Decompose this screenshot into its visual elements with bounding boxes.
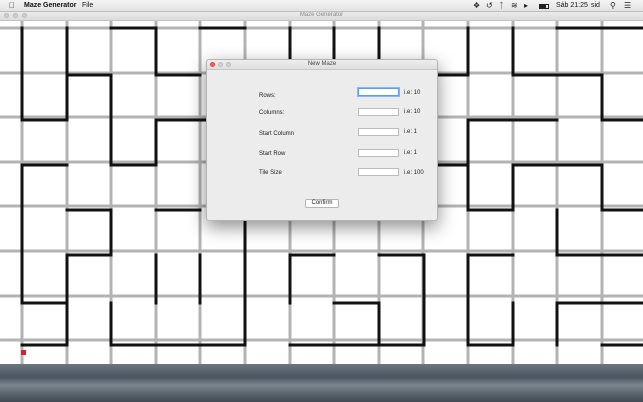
start-row-hint: i.e: 1 [404, 150, 418, 156]
window-titlebar: Maze Generator [0, 11, 643, 21]
menu-user[interactable]: sid [591, 0, 600, 11]
rows-hint: i.e: 10 [404, 90, 421, 96]
columns-hint: i.e: 10 [404, 109, 421, 115]
start-row-input[interactable] [358, 149, 399, 157]
dialog-minimize-button [218, 62, 223, 67]
start-row-label: Start Row [259, 151, 286, 157]
start-marker [21, 350, 26, 355]
dialog-close-button[interactable] [210, 62, 215, 67]
start-column-hint: i.e: 1 [404, 129, 418, 135]
dialog-title: New Maze [307, 61, 337, 67]
desktop-wallpaper [0, 364, 643, 402]
battery-icon[interactable] [539, 1, 549, 10]
tile-size-hint: i.e: 100 [404, 170, 424, 176]
dialog-titlebar: New Maze [207, 60, 437, 70]
app-menu[interactable]: Maze Generator [24, 0, 77, 11]
confirm-button[interactable]: Confirm [305, 199, 339, 208]
tile-size-label: Tile Size [259, 170, 282, 176]
notification-center-icon[interactable]: ☰ [624, 1, 631, 10]
rows-input[interactable] [358, 88, 399, 96]
rows-label: Rows: [259, 93, 276, 99]
window-zoom-button[interactable] [22, 13, 27, 18]
tile-size-input[interactable] [358, 168, 399, 176]
file-menu[interactable]: File [82, 0, 93, 11]
start-column-input[interactable] [358, 128, 399, 136]
columns-input[interactable] [358, 108, 399, 116]
window-title: Maze Generator [299, 12, 344, 18]
bluetooth-icon[interactable]: ᛏ [499, 1, 504, 10]
apple-icon[interactable]:  [9, 1, 15, 10]
columns-label: Columns: [259, 110, 285, 116]
window-minimize-button[interactable] [13, 13, 18, 18]
menu-clock[interactable]: Sáb 21:25 [556, 0, 588, 11]
volume-icon[interactable]: ▸ [524, 1, 528, 10]
menu-bar:  Maze Generator File ❖ ↺ ᛏ ≋ ▸ Sáb 21:2… [0, 0, 643, 12]
new-maze-dialog: New Maze Rows: i.e: 10 Columns: i.e: 10 … [206, 59, 438, 221]
start-column-label: Start Column [259, 131, 295, 137]
spotlight-icon[interactable]: ⚲ [610, 1, 616, 10]
dropbox-icon[interactable]: ❖ [473, 1, 480, 10]
window-close-button[interactable] [4, 13, 9, 18]
wifi-icon[interactable]: ≋ [511, 1, 518, 10]
dialog-zoom-button [226, 62, 231, 67]
time-machine-icon[interactable]: ↺ [486, 1, 493, 10]
